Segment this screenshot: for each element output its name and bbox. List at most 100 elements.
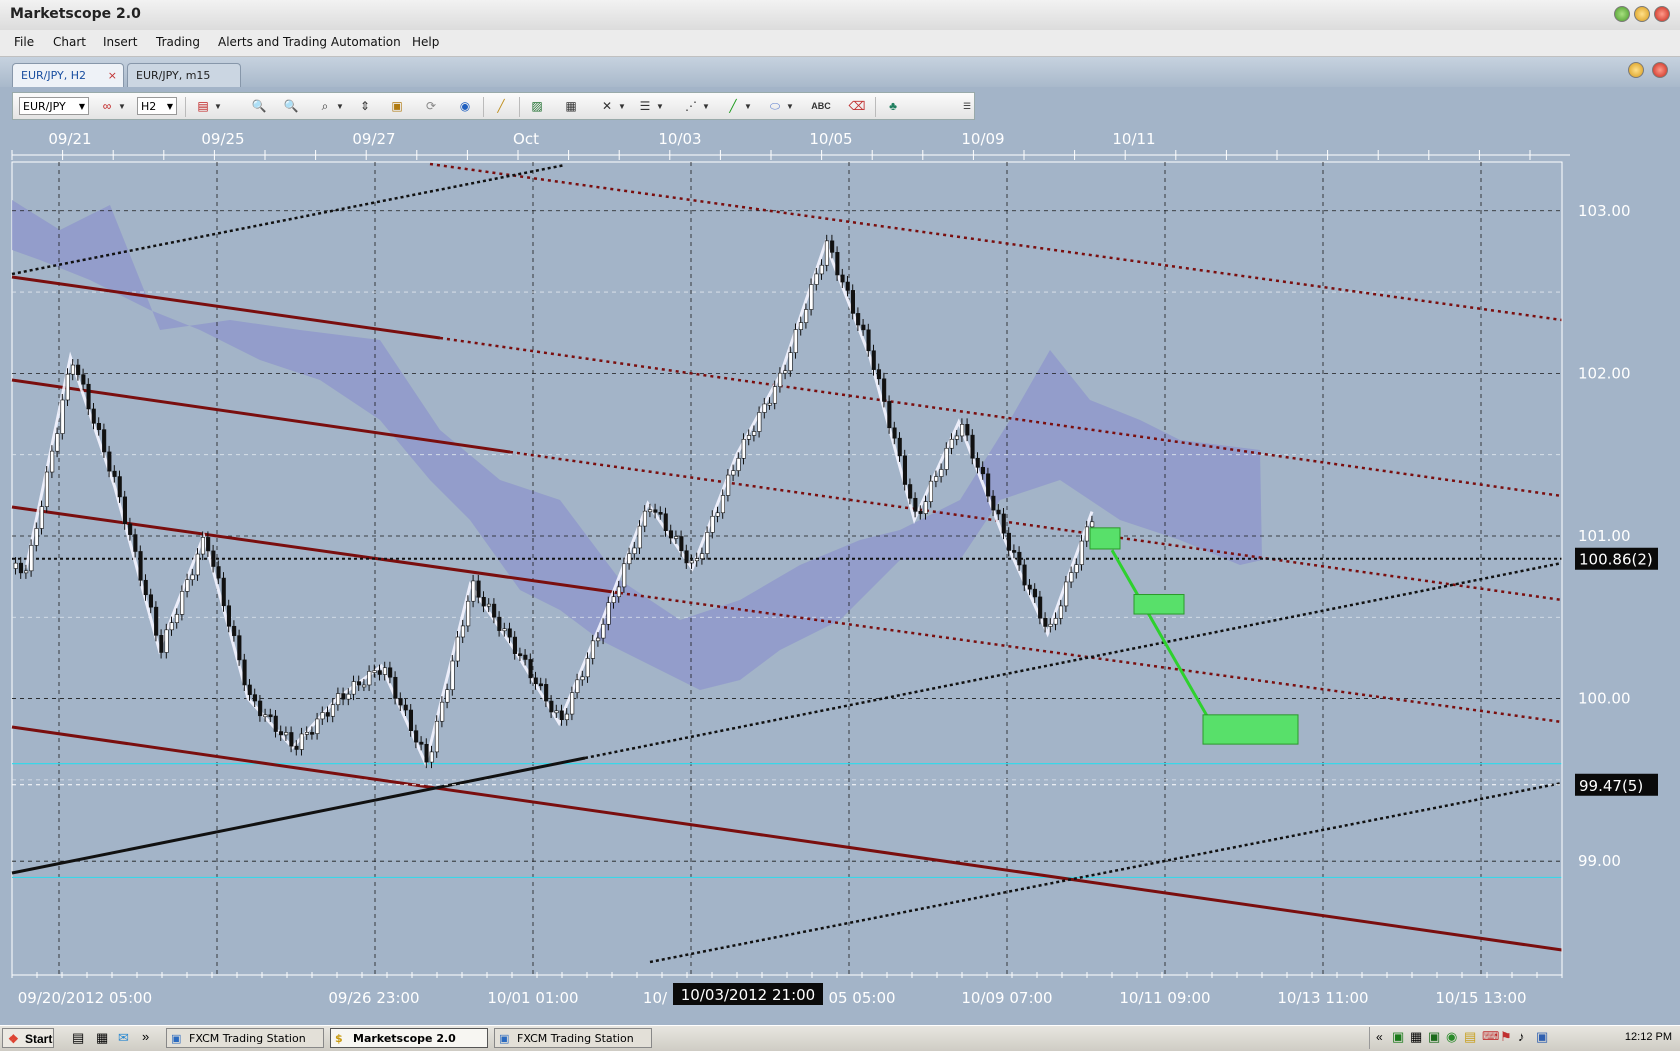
candle-body <box>1038 596 1043 619</box>
candle-body <box>128 523 133 535</box>
candle-body <box>861 324 866 331</box>
y-tick-label: 99.00 <box>1578 852 1621 870</box>
candle-body <box>1090 521 1095 528</box>
bottom-date-label: 10/09 07:00 <box>961 989 1052 1007</box>
candle-body <box>18 562 24 574</box>
candle-body <box>226 605 231 627</box>
candle-body <box>507 628 512 638</box>
y-tick-label: 101.00 <box>1578 527 1631 545</box>
candle-body <box>117 476 122 498</box>
candle-body <box>809 284 814 310</box>
candle-body <box>523 654 528 660</box>
y-tick-label: 100.00 <box>1578 690 1631 708</box>
task-label: Marketscope 2.0 <box>353 1032 456 1045</box>
candle-body <box>783 370 788 374</box>
candle-body <box>1058 605 1063 619</box>
candle-body <box>466 600 471 627</box>
candle-body <box>341 693 346 700</box>
tray-volume-icon[interactable]: ♪ <box>1518 1029 1525 1044</box>
candle-body <box>278 731 284 736</box>
task-fxcm-1[interactable]: ▣ FXCM Trading Station <box>166 1028 324 1048</box>
candle-body <box>788 352 793 372</box>
candle-body <box>351 681 356 695</box>
task-fxcm-2[interactable]: ▣ FXCM Trading Station <box>494 1028 652 1048</box>
candle-body <box>923 501 928 514</box>
candle-body <box>757 412 762 432</box>
tray-folder-icon[interactable]: ▤ <box>1464 1029 1476 1045</box>
candle-body <box>819 264 824 275</box>
candle-body <box>804 309 809 323</box>
candle-body <box>544 684 549 702</box>
tray-keyboard-icon[interactable]: ⌨ <box>1482 1029 1499 1043</box>
tray-flag-icon[interactable]: ⚑ <box>1500 1029 1512 1045</box>
tray-misc-icon[interactable]: ▣ <box>1536 1029 1548 1045</box>
task-label: FXCM Trading Station <box>517 1032 634 1045</box>
candle-body <box>622 563 627 588</box>
candle-body <box>429 751 434 763</box>
candle-body <box>1001 513 1006 534</box>
candle-body <box>887 401 892 429</box>
candle-body <box>148 594 153 608</box>
candle-body <box>991 495 996 511</box>
system-tray: « ▣ ▦ ▣ ◉ ▤ ⌨ ⚑ ♪ ▣ 12:12 PM <box>1369 1027 1680 1049</box>
candle-body <box>720 495 726 514</box>
candle-body <box>408 709 414 731</box>
target-zone <box>1089 527 1121 550</box>
candle-body <box>585 658 590 678</box>
candle-body <box>1069 572 1074 583</box>
candle-body <box>367 671 372 686</box>
candle-body <box>330 704 336 717</box>
candle-body <box>486 603 492 607</box>
candle-body <box>549 700 554 713</box>
quicklaunch-twitter-icon[interactable]: ✉ <box>118 1030 129 1046</box>
candle-body <box>876 369 882 380</box>
bottom-date-label: 10/11 09:00 <box>1119 989 1210 1007</box>
candle-body <box>34 528 39 546</box>
tray-globe-icon[interactable]: ◉ <box>1446 1029 1457 1045</box>
candle-body <box>211 550 216 567</box>
candle-body <box>850 290 856 314</box>
candle-body <box>668 530 674 539</box>
candle-body <box>86 383 91 410</box>
candle-body <box>980 467 986 475</box>
tray-monitor-icon[interactable]: ▣ <box>1428 1029 1440 1045</box>
candle-body <box>174 614 179 623</box>
tray-network-icon[interactable]: ▦ <box>1410 1029 1422 1045</box>
target-zone <box>1133 594 1185 615</box>
quicklaunch-more-icon[interactable]: » <box>142 1029 149 1044</box>
start-button[interactable]: ❖ Start <box>2 1028 54 1048</box>
candle-body <box>648 509 653 513</box>
bottom-date-label: 10/13 11:00 <box>1277 989 1368 1007</box>
candle-body <box>830 240 835 253</box>
candle-body <box>752 431 757 436</box>
candle-body <box>575 679 580 693</box>
candle-body <box>679 536 684 552</box>
top-date-label: 09/21 <box>48 130 91 148</box>
task-marketscope[interactable]: $ Marketscope 2.0 <box>330 1028 488 1048</box>
quicklaunch-calc-icon[interactable]: ▦ <box>96 1030 108 1046</box>
candle-body <box>570 692 575 715</box>
candle-body <box>653 509 658 513</box>
candle-body <box>596 637 601 642</box>
top-date-label: 10/05 <box>809 130 852 148</box>
candle-body <box>320 712 325 720</box>
candle-body <box>138 551 143 581</box>
candle-body <box>866 329 871 352</box>
candle-body <box>772 386 778 404</box>
tray-app-icon[interactable]: ▣ <box>1392 1029 1404 1045</box>
taskbar: ❖ Start ▤ ▦ ✉ » ▣ FXCM Trading Station $ Ma… <box>0 1025 1680 1051</box>
candle-body <box>559 710 564 721</box>
top-date-label: 10/11 <box>1112 130 1155 148</box>
candle-body <box>658 512 663 515</box>
tray-expand-icon[interactable]: « <box>1376 1030 1383 1044</box>
price-chart[interactable]: 103.00 102.00 101.00 100.00 99.00 100.86(2) 99… <box>0 0 1680 1025</box>
candle-body <box>798 322 804 330</box>
candle-body <box>403 704 408 711</box>
candle-body <box>778 372 783 387</box>
candle-body <box>705 532 710 554</box>
candle-body <box>476 580 481 598</box>
candle-body <box>913 497 918 512</box>
quicklaunch-folder-icon[interactable]: ▤ <box>72 1030 84 1046</box>
candle-body <box>632 547 637 555</box>
candle-body <box>29 545 34 572</box>
